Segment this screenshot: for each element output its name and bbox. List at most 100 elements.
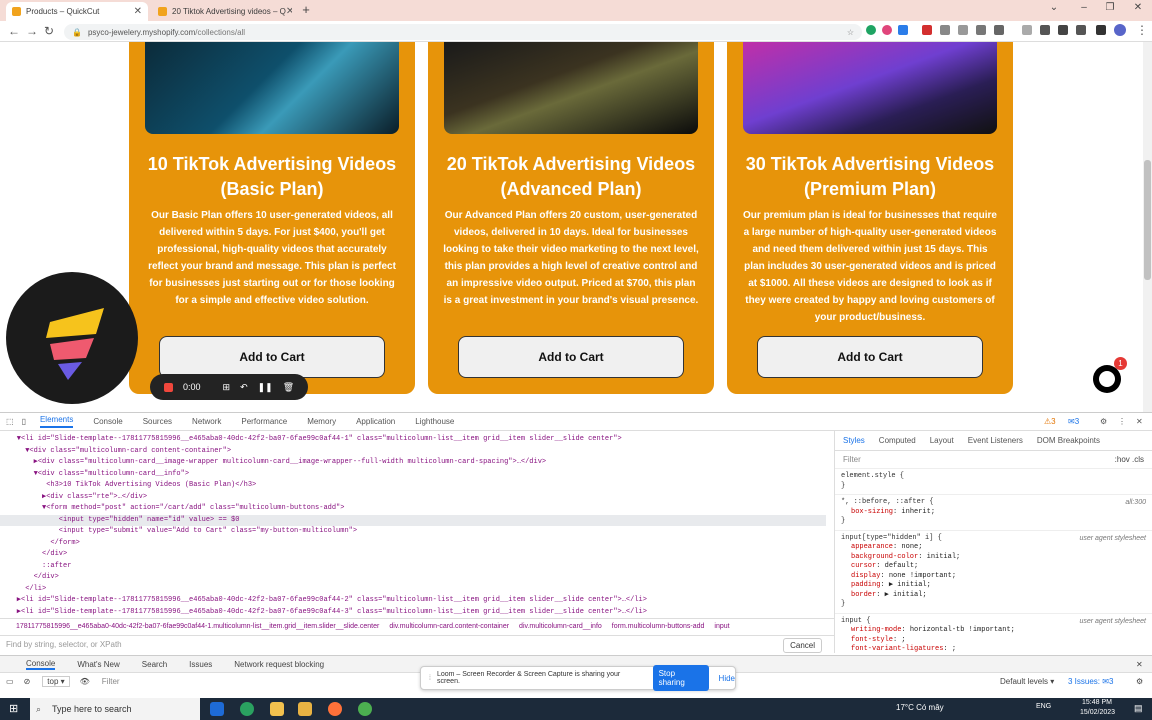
notifications-icon[interactable]: ▤ bbox=[1134, 703, 1143, 714]
dom-node[interactable]: ▶<li id="Slide-template--17811775815996_… bbox=[0, 595, 826, 607]
css-rule[interactable]: user agent stylesheet input {writing-mode… bbox=[835, 614, 1152, 654]
trash-icon[interactable]: 🗑 bbox=[283, 382, 294, 393]
more-options-icon[interactable]: ⋮ bbox=[1118, 417, 1126, 426]
breadcrumb-item[interactable]: 17811775815996__e465aba0-40dc-42f2-ba07-… bbox=[16, 623, 379, 630]
sidebar-toggle-icon[interactable]: ▭ bbox=[6, 677, 14, 686]
windows-start-icon[interactable]: ⊞ bbox=[9, 702, 18, 715]
drag-handle-icon[interactable]: ⁞ bbox=[429, 675, 431, 682]
pause-icon[interactable]: ❚❚ bbox=[258, 382, 273, 393]
stop-recording-icon[interactable] bbox=[164, 382, 173, 392]
tab-memory[interactable]: Memory bbox=[307, 417, 336, 426]
hov-cls-toggles[interactable]: :hov .cls bbox=[1115, 455, 1144, 464]
product-image[interactable] bbox=[444, 42, 698, 134]
subtab-layout[interactable]: Layout bbox=[930, 436, 954, 445]
dom-node[interactable]: ▼<li id="Slide-template--17811775815996_… bbox=[0, 434, 826, 446]
clear-console-icon[interactable]: ⊘ bbox=[24, 677, 31, 686]
hide-button[interactable]: Hide bbox=[719, 674, 735, 683]
console-filter-input[interactable]: Filter bbox=[102, 677, 120, 686]
new-tab-icon[interactable]: + bbox=[298, 2, 314, 17]
browser-tab-tiktok-videos[interactable]: 20 Tiktok Advertising videos – Q ✕ bbox=[152, 2, 292, 21]
dom-node[interactable]: ▼<form method="post" action="/cart/add" … bbox=[0, 503, 826, 515]
tab-console[interactable]: Console bbox=[93, 417, 122, 426]
task-view-icon[interactable] bbox=[210, 702, 224, 716]
dom-node[interactable]: <h3>10 TikTok Advertising Videos (Basic … bbox=[0, 480, 826, 492]
grid-icon[interactable]: ⊞ bbox=[223, 382, 231, 393]
extension-icon[interactable] bbox=[866, 25, 876, 35]
product-title[interactable]: 10 TikTok Advertising Videos (Basic Plan… bbox=[129, 152, 415, 202]
add-to-cart-button[interactable]: Add to Cart bbox=[159, 336, 385, 378]
loom-camera-bubble[interactable] bbox=[6, 272, 138, 404]
dom-node[interactable]: </div> bbox=[0, 572, 826, 584]
find-input[interactable]: Find by string, selector, or XPath bbox=[6, 640, 122, 649]
dom-node[interactable]: </li> bbox=[0, 584, 826, 596]
eye-icon[interactable]: 👁 bbox=[80, 677, 90, 686]
context-select[interactable]: top ▾ bbox=[42, 676, 70, 687]
product-image[interactable] bbox=[145, 42, 399, 134]
breadcrumb-item[interactable]: input bbox=[714, 623, 729, 630]
device-toolbar-icon[interactable]: ▯ bbox=[22, 417, 26, 426]
dom-node-selected[interactable]: <input type="hidden" name="id" value> ==… bbox=[0, 514, 826, 526]
drawer-tab-network-request-blocking[interactable]: Network request blocking bbox=[234, 660, 324, 669]
dom-node[interactable]: ▼<div class="multicolumn-card content-co… bbox=[0, 446, 826, 458]
star-icon[interactable]: ☆ bbox=[847, 28, 854, 37]
tab-elements[interactable]: Elements bbox=[39, 415, 74, 428]
issues-counter[interactable]: 3 Issues: ✉3 bbox=[1068, 677, 1113, 686]
reading-list-icon[interactable] bbox=[1076, 25, 1086, 35]
dom-node[interactable]: </div> bbox=[0, 549, 826, 561]
stop-sharing-button[interactable]: Stop sharing bbox=[652, 665, 709, 691]
product-image[interactable] bbox=[743, 42, 997, 134]
css-rule[interactable]: element.style {} bbox=[835, 469, 1152, 495]
drawer-tab-whats-new[interactable]: What's New bbox=[77, 660, 119, 669]
clock-date[interactable]: 15/02/2023 bbox=[1080, 709, 1115, 716]
reload-icon[interactable]: ↻ bbox=[44, 24, 54, 38]
dom-node[interactable]: ▶<li id="Slide-template--17811775815996_… bbox=[0, 607, 826, 619]
subtab-styles[interactable]: Styles bbox=[843, 436, 865, 445]
chrome-icon[interactable] bbox=[358, 702, 372, 716]
add-to-cart-button[interactable]: Add to Cart bbox=[458, 336, 684, 378]
taskbar-search-box[interactable]: ⌕ Type here to search bbox=[30, 698, 200, 720]
extension-icon[interactable] bbox=[994, 25, 1004, 35]
dom-node[interactable]: </form> bbox=[0, 538, 826, 550]
extension-icon[interactable] bbox=[882, 25, 892, 35]
dom-node[interactable]: ▶<div class="rte">…</div> bbox=[0, 492, 826, 504]
settings-gear-icon[interactable]: ⚙ bbox=[1100, 417, 1107, 426]
subtab-computed[interactable]: Computed bbox=[879, 436, 916, 445]
extension-icon[interactable] bbox=[898, 25, 908, 35]
console-settings-gear-icon[interactable]: ⚙ bbox=[1136, 677, 1143, 686]
back-icon[interactable]: ← bbox=[8, 24, 20, 38]
subtab-dom-breakpoints[interactable]: DOM Breakpoints bbox=[1037, 436, 1100, 445]
menu-kebab-icon[interactable]: ⋮ bbox=[1136, 23, 1148, 37]
close-tab-icon[interactable]: ✕ bbox=[286, 6, 292, 17]
firefox-icon[interactable] bbox=[328, 702, 342, 716]
close-tab-icon[interactable]: ✕ bbox=[134, 6, 142, 17]
clock-time[interactable]: 15:48 PM bbox=[1082, 699, 1112, 706]
dom-node[interactable]: ▶<div class="multicolumn-card__image-wra… bbox=[0, 457, 826, 469]
side-panel-icon[interactable] bbox=[1096, 25, 1106, 35]
dom-node[interactable]: <input type="submit" value="Add to Cart"… bbox=[0, 526, 826, 538]
extension-icon[interactable] bbox=[1040, 25, 1050, 35]
log-levels-select[interactable]: Default levels ▾ bbox=[1000, 677, 1054, 686]
keyboard-language[interactable]: ENG bbox=[1036, 703, 1051, 710]
forward-icon[interactable]: → bbox=[26, 24, 38, 38]
extension-icon[interactable] bbox=[922, 25, 932, 35]
styles-filter-input[interactable]: Filter bbox=[843, 455, 861, 464]
add-to-cart-button[interactable]: Add to Cart bbox=[757, 336, 983, 378]
styles-filter[interactable]: Filter :hov .cls bbox=[835, 451, 1152, 469]
drawer-tab-search[interactable]: Search bbox=[142, 660, 167, 669]
css-rule[interactable]: all:300 *, ::before, ::after {box-sizing:… bbox=[835, 495, 1152, 531]
messages-count[interactable]: ✉3 bbox=[1068, 417, 1099, 426]
chrome-browser-icon[interactable] bbox=[270, 702, 284, 716]
extension-icon[interactable] bbox=[1022, 25, 1032, 35]
dom-node[interactable]: ▼<div class="multicolumn-card__info"> bbox=[0, 469, 826, 481]
maximize-icon[interactable]: ❐ bbox=[1102, 2, 1118, 13]
breadcrumb-item[interactable]: form.multicolumn-buttons-add bbox=[612, 623, 705, 630]
url-bar[interactable]: 🔒 psyco-jewelery.myshopify.com/collectio… bbox=[64, 24, 862, 40]
breadcrumb-item[interactable]: div.multicolumn-card__info bbox=[519, 623, 602, 630]
chevron-down-icon[interactable]: ⌄ bbox=[1046, 2, 1062, 13]
scrollbar-thumb[interactable] bbox=[1144, 160, 1151, 280]
extension-icon[interactable] bbox=[940, 25, 950, 35]
dom-node[interactable]: ::after bbox=[0, 561, 826, 573]
tab-network[interactable]: Network bbox=[192, 417, 221, 426]
tab-lighthouse[interactable]: Lighthouse bbox=[415, 417, 454, 426]
breadcrumb-item[interactable]: div.multicolumn-card.content-container bbox=[389, 623, 509, 630]
